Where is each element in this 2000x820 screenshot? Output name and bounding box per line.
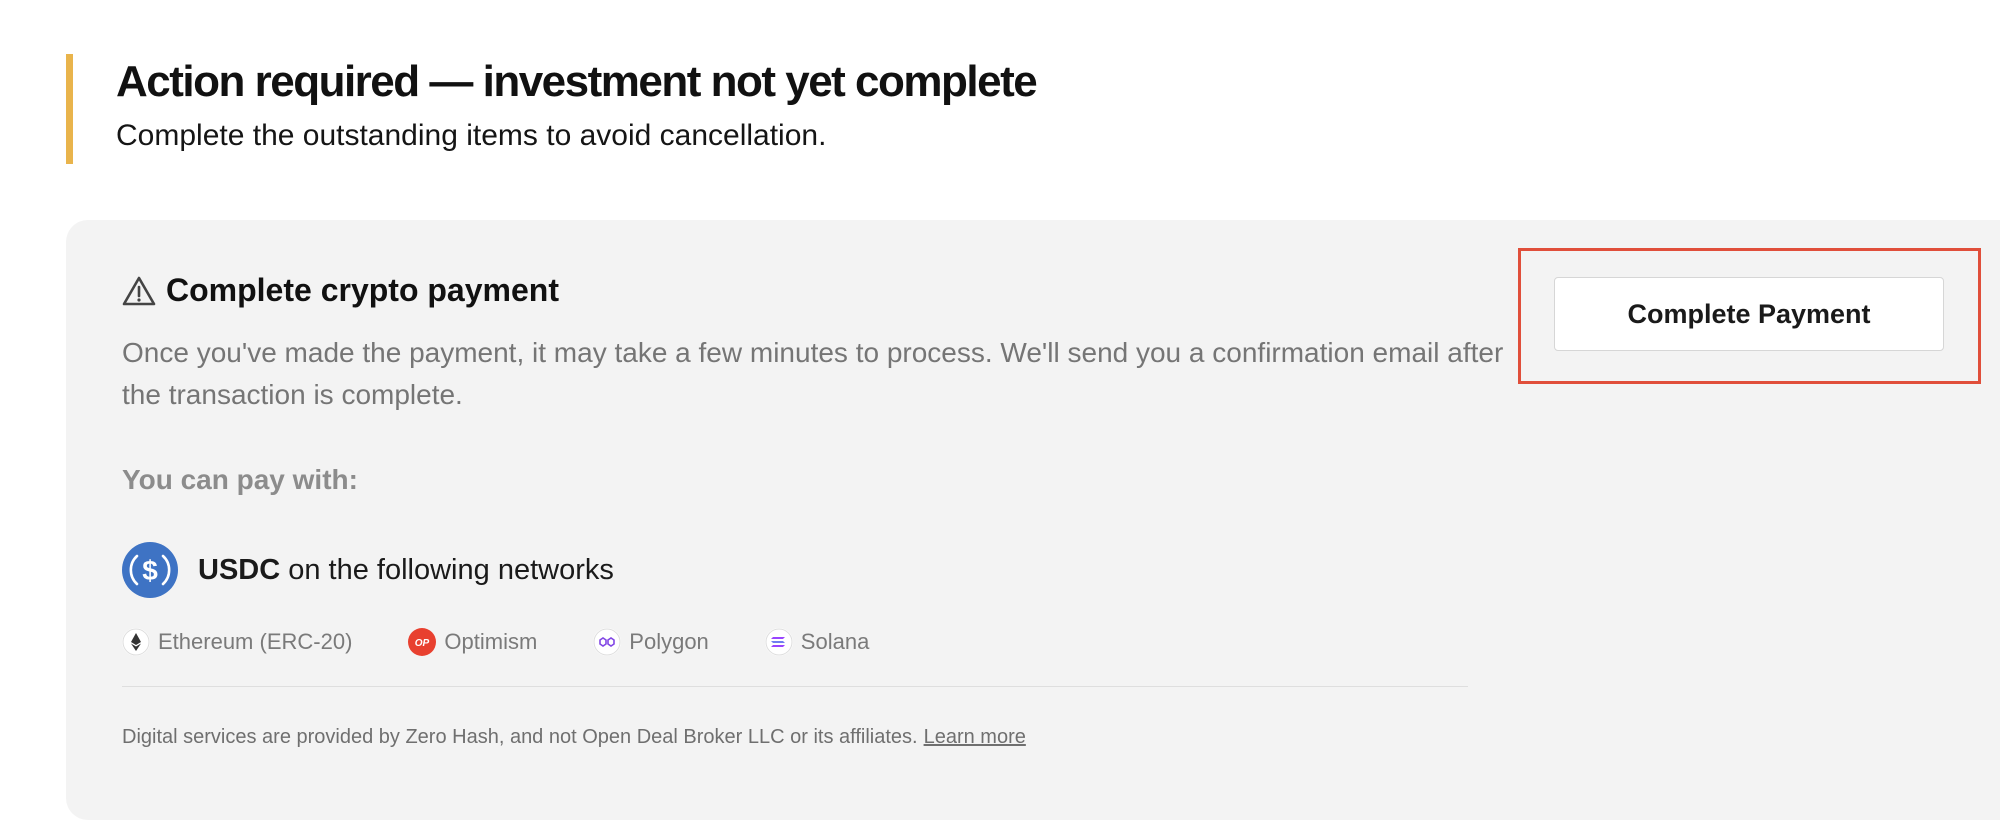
action-required-alert: Action required — investment not yet com… [66,54,1038,164]
learn-more-link[interactable]: Learn more [924,726,1026,748]
network-item-polygon: Polygon [593,628,709,656]
card-title-text: Complete crypto payment [166,272,559,308]
solana-icon [764,628,793,656]
usdc-icon: $ [122,542,178,598]
complete-payment-button[interactable]: Complete Payment [1554,277,1944,351]
usdc-currency-row: $ USDC on the following networks [122,542,614,598]
payment-description: Once you've made the payment, it may tak… [122,337,1504,410]
network-label: Solana [800,629,870,654]
network-label: Optimism [444,629,538,654]
svg-text:$: $ [142,555,158,586]
network-list: Ethereum (ERC-20) OP Optimism Polygon So… [122,628,925,656]
card-title: Complete crypto payment [122,272,559,309]
ethereum-icon [122,628,150,656]
divider [122,686,1468,687]
alert-title: Action required — investment not yet com… [116,57,1038,106]
alert-subtitle: Complete the outstanding items to avoid … [116,119,827,152]
network-item-solana: Solana [764,628,870,656]
network-item-ethereum: Ethereum (ERC-20) [122,628,352,656]
disclaimer-text: Digital services are provided by Zero Ha… [122,726,918,748]
pay-with-label: You can pay with: [122,464,358,495]
optimism-icon: OP [408,628,437,656]
network-item-optimism: OP Optimism [408,628,537,656]
network-label: Polygon [629,629,709,654]
svg-text:OP: OP [415,638,430,649]
warning-triangle-icon [122,275,156,307]
network-label: Ethereum (ERC-20) [158,629,353,654]
currency-name: USDC [198,553,281,586]
currency-suffix: on the following networks [288,553,614,586]
disclaimer: Digital services are provided by Zero Ha… [122,726,1026,749]
polygon-icon [593,628,622,656]
